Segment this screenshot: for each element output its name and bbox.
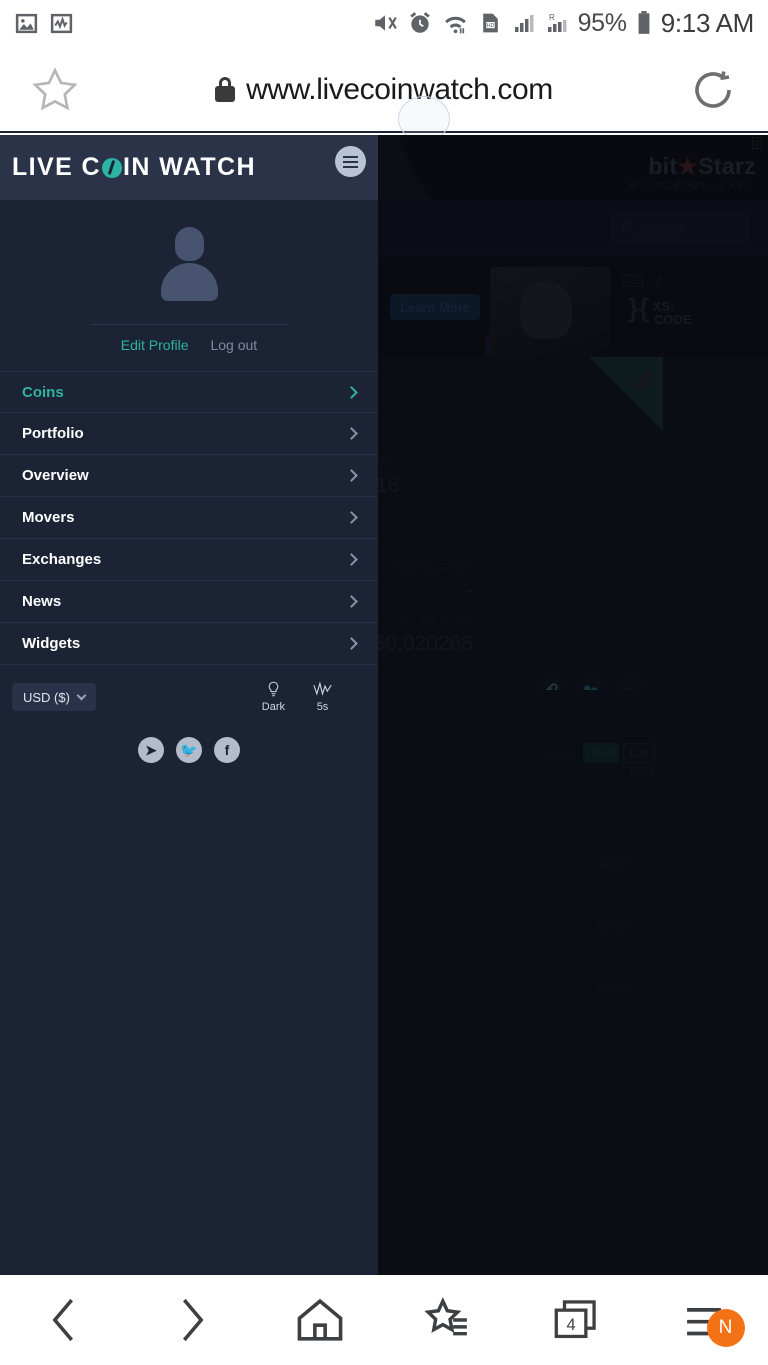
burger-line [343,155,358,158]
log-out-link[interactable]: Log out [210,337,257,353]
sidebar-item-portfolio[interactable]: Portfolio [0,413,378,455]
sidebar-item-overview[interactable]: Overview [0,455,378,497]
signal-icon [514,15,534,32]
photo-icon [15,13,38,33]
roaming-signal-icon: R [547,13,567,32]
browser-url-bar[interactable]: www.livecoinwatch.com [0,46,768,133]
sidebar-item-movers[interactable]: Movers [0,497,378,539]
avatar-body [161,263,218,301]
avatar-head [175,227,204,261]
logo-part2: IN WATCH [122,153,256,181]
android-status-bar: HD R 95% 9:13 AM [0,0,768,46]
sidebar-item-label: Overview [22,467,89,484]
home-button[interactable] [256,1297,384,1343]
browser-menu-button[interactable]: N [640,1297,768,1347]
mute-icon [374,15,397,31]
chevron-right-icon [345,511,358,524]
status-notification-icons [0,11,74,36]
sidebar-item-exchanges[interactable]: Exchanges [0,539,378,581]
chevron-right-icon [345,469,358,482]
chevron-down-icon [76,690,87,700]
bulb-icon [268,681,279,697]
profile-section [0,200,378,310]
logo-coin-icon [101,157,122,178]
url-display[interactable]: www.livecoinwatch.com [110,73,658,107]
profile-links: Edit Profile Log out [0,337,378,353]
tabs-count: 4 [567,1316,576,1334]
activity-icon [50,13,73,33]
sidebar-item-widgets[interactable]: Widgets [0,623,378,665]
chevron-right-icon [345,385,358,399]
status-clock: 9:13 AM [660,7,755,38]
sidebar-item-label: Coins [22,383,64,401]
hamburger-icon[interactable] [335,146,366,177]
sidebar-item-label: Portfolio [22,425,84,442]
star-outline-icon [32,66,78,110]
chevron-right-icon [345,427,358,440]
sidebar-nav: Coins Portfolio Overview Movers Exchange… [0,371,378,665]
refresh-interval-label: 5s [316,701,329,713]
alarm-icon [409,12,430,33]
reload-icon [695,70,731,108]
theme-toggle[interactable]: Dark [262,681,285,713]
user-avatar-icon[interactable] [153,227,225,301]
battery-icon [638,11,650,34]
wifi-icon [444,16,466,34]
status-system-icons: HD R 95% 9:13 AM [372,8,768,39]
pulse-icon [313,681,332,696]
back-button[interactable] [0,1297,128,1343]
sidebar-item-news[interactable]: News [0,581,378,623]
lock-icon [215,77,236,102]
page-viewport: ンプレイは大きをプにて！ 、世界的になって見！ 安全の 最強オンラインカジノに … [0,135,768,1275]
reload-button[interactable] [658,66,768,114]
bookmark-star-button[interactable] [0,65,110,115]
twitter-icon[interactable]: 🐦 [176,737,202,763]
tabs-button[interactable]: 4 [512,1297,640,1343]
burger-line [343,160,358,163]
svg-text:R: R [549,13,555,22]
bookmarks-button[interactable] [384,1297,512,1343]
forward-icon [182,1298,204,1342]
refresh-interval-toggle[interactable]: 5s [313,681,332,713]
battery-percent: 95% [577,8,627,37]
sidebar-tools: USD ($) Dark 5s [0,665,378,713]
sim-hd-icon: HD [482,13,498,33]
tabs-icon: 4 [554,1300,596,1339]
chevron-right-icon [345,595,358,608]
back-icon [52,1298,74,1342]
chevron-right-icon [345,637,358,650]
slide-out-menu: LIVE C IN WATCH Edit Profile Log out Coin… [0,135,378,1275]
site-logo[interactable]: LIVE C IN WATCH [12,153,256,182]
logo-part1: LIVE C [12,153,101,181]
forward-button[interactable] [128,1297,256,1343]
telegram-icon[interactable]: ➤ [138,737,164,763]
sidebar-item-label: Exchanges [22,551,102,568]
chevron-right-icon [345,553,358,566]
url-text: www.livecoinwatch.com [246,72,553,106]
currency-select[interactable]: USD ($) [12,683,96,711]
currency-value: USD ($) [23,689,70,705]
browser-bottom-nav: 4 N [0,1275,768,1365]
edit-profile-link[interactable]: Edit Profile [121,337,189,353]
sidebar-item-label: Movers [22,509,75,526]
sidebar-toggles: Dark 5s [262,681,356,713]
theme-toggle-label: Dark [261,701,285,713]
site-header: LIVE C IN WATCH [0,135,378,200]
sidebar-social-links: ➤ 🐦 f [0,737,378,763]
profile-divider [91,324,287,325]
sidebar-item-label: News [22,593,62,610]
sidebar-item-coins[interactable]: Coins [0,371,378,413]
bookmarks-star-icon [424,1297,467,1336]
home-icon [297,1298,343,1341]
menu-notification-badge: N [706,1309,745,1347]
facebook-icon[interactable]: f [214,737,240,763]
burger-line [343,165,358,168]
sidebar-item-label: Widgets [22,635,81,652]
svg-text:HD: HD [486,23,494,29]
